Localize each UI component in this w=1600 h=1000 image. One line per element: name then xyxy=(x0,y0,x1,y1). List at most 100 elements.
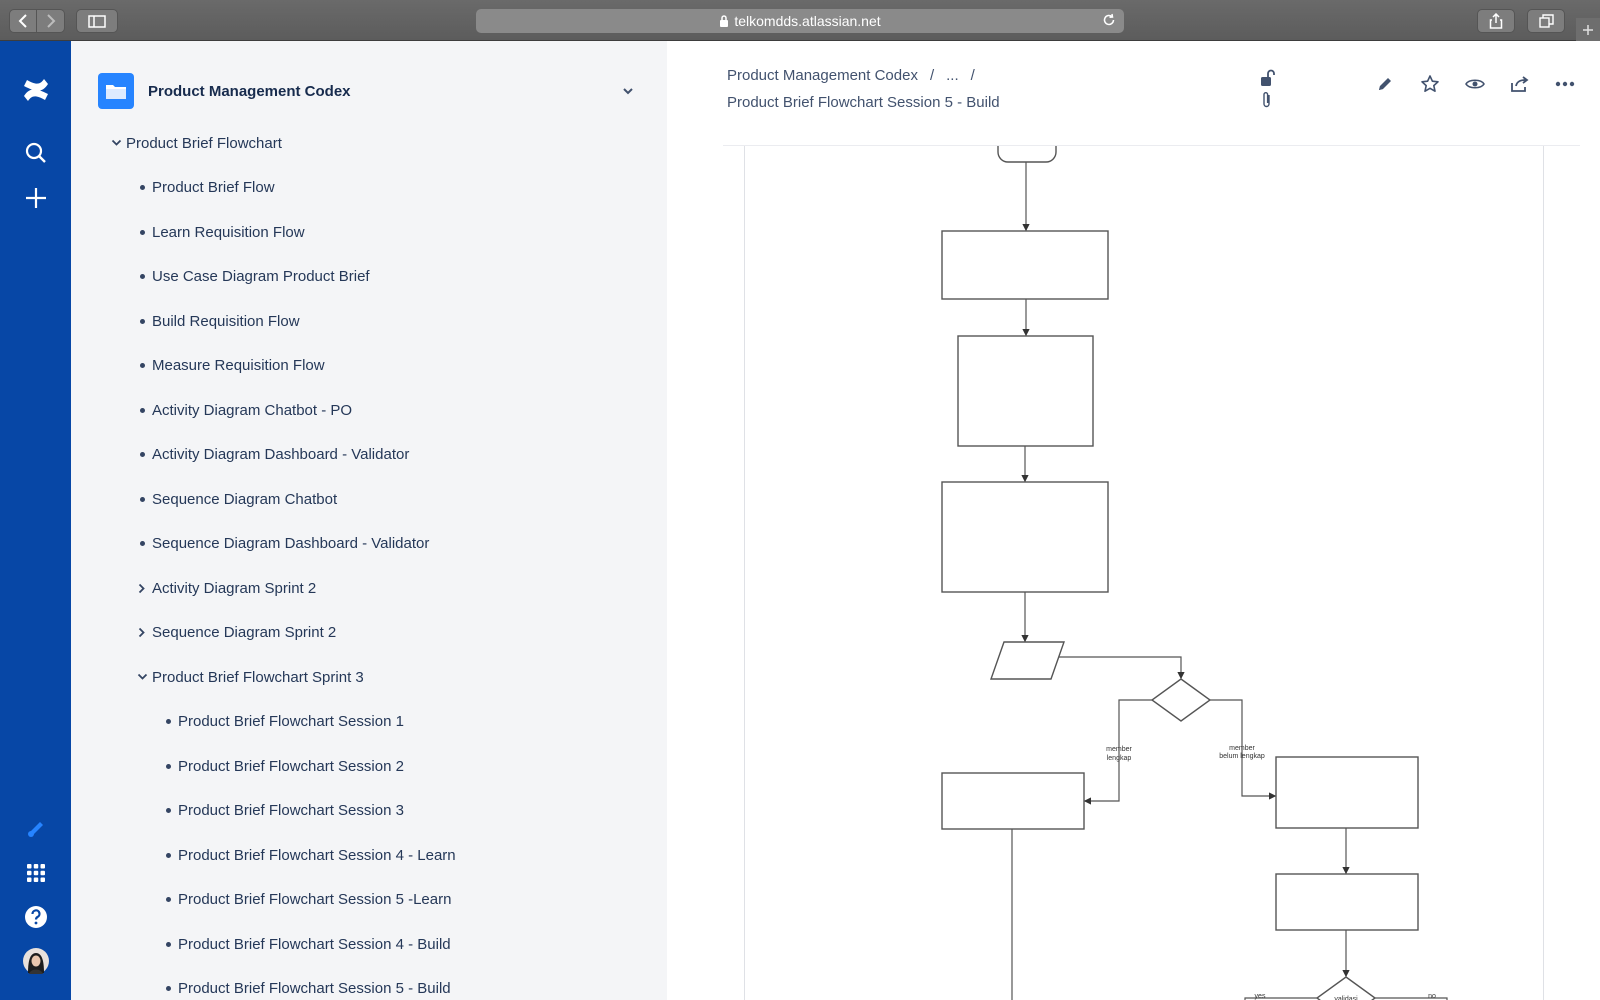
bullet-icon xyxy=(161,937,175,951)
sidebar-page-label: Sequence Diagram Chatbot xyxy=(152,490,338,508)
breadcrumb: Product Management Codex / ... / xyxy=(727,67,975,84)
chevron-down-icon[interactable] xyxy=(618,81,638,101)
more-actions-button[interactable] xyxy=(1542,72,1587,96)
sidebar-page-item[interactable]: Activity Diagram Dashboard - Validator xyxy=(71,433,667,478)
back-button[interactable] xyxy=(9,9,37,33)
sidebar-page-item[interactable]: Product Brief Flowchart Sprint 3 xyxy=(71,655,667,700)
share-icon xyxy=(1510,76,1528,92)
sidebar-page-label: Measure Requisition Flow xyxy=(152,357,325,375)
sidebar-page-item[interactable]: Product Brief Flowchart Session 5 -Learn xyxy=(71,878,667,923)
chevron-right-icon[interactable] xyxy=(135,581,149,595)
bullet-icon xyxy=(161,715,175,729)
flow-label-member-belum: belum lengkap xyxy=(1219,753,1265,760)
sidebar-page-label: Product Brief Flowchart Session 5 -Learn xyxy=(178,891,452,909)
sidebar-page-item[interactable]: Product Brief Flowchart Session 4 - Buil… xyxy=(71,922,667,967)
sidebar-page-item[interactable]: Sequence Diagram Dashboard - Validator xyxy=(71,522,667,567)
notifications-button[interactable] xyxy=(0,811,71,847)
sidebar-page-label: Product Brief Flowchart Session 4 - Lear… xyxy=(178,846,456,864)
forward-button[interactable] xyxy=(37,9,65,33)
breadcrumb-ellipsis[interactable]: ... xyxy=(946,67,959,84)
search-button[interactable] xyxy=(0,135,71,171)
flowchart-diagram: member lengkap member belum lengkap vali… xyxy=(744,146,1544,1000)
plus-icon xyxy=(1583,24,1593,35)
search-icon xyxy=(25,142,46,163)
flow-label-yes: yes xyxy=(1255,993,1266,1000)
chevron-right-icon[interactable] xyxy=(135,626,149,640)
grid-icon xyxy=(26,864,45,882)
help-button[interactable] xyxy=(0,899,71,935)
profile-button[interactable] xyxy=(0,943,71,979)
space-header[interactable]: Product Management Codex xyxy=(98,73,638,109)
share-page-button[interactable] xyxy=(1497,72,1542,96)
sidebar-page-item[interactable]: Measure Requisition Flow xyxy=(71,344,667,389)
sidebar-page-item[interactable]: Sequence Diagram Sprint 2 xyxy=(71,611,667,656)
address-bar[interactable]: telkomdds.atlassian.net xyxy=(476,9,1124,33)
sidebar-page-item[interactable]: Learn Requisition Flow xyxy=(71,210,667,255)
bullet-icon xyxy=(135,314,149,328)
new-tab-button[interactable] xyxy=(1576,18,1600,41)
sidebar-page-item[interactable]: Product Brief Flowchart Session 5 - Buil… xyxy=(71,967,667,1000)
sidebar-page-label: Product Brief Flow xyxy=(152,179,275,197)
bullet-icon xyxy=(161,804,175,818)
reload-icon[interactable] xyxy=(1102,13,1116,30)
chevron-down-icon[interactable] xyxy=(135,670,149,684)
app-switcher-button[interactable] xyxy=(0,855,71,891)
bullet-icon xyxy=(135,492,149,506)
sidebar-page-item[interactable]: Use Case Diagram Product Brief xyxy=(71,255,667,300)
page-tree: Product Brief Flowchart Product Brief Flo… xyxy=(71,121,667,1000)
edit-button[interactable] xyxy=(1362,72,1407,96)
sidebar-page-label: Build Requisition Flow xyxy=(152,312,300,330)
flow-process-box xyxy=(1275,873,1419,931)
flow-process-box xyxy=(941,230,1109,300)
sidebar-page-label: Activity Diagram Chatbot - PO xyxy=(152,401,353,419)
browser-sidebar-toggle[interactable] xyxy=(76,9,118,33)
share-button[interactable] xyxy=(1477,9,1515,33)
sidebar-page-item[interactable]: Product Brief Flow xyxy=(71,166,667,211)
attachment-icon[interactable] xyxy=(1260,91,1274,109)
sidebar-page-item[interactable]: Activity Diagram Sprint 2 xyxy=(71,566,667,611)
flow-process-box xyxy=(941,481,1109,593)
chevron-left-icon xyxy=(18,14,27,28)
sidebar-page-label: Product Brief Flowchart Session 1 xyxy=(178,713,404,731)
unlock-icon[interactable] xyxy=(1259,69,1275,87)
more-horizontal-icon xyxy=(1555,81,1574,87)
flow-start-terminal xyxy=(997,146,1057,163)
flow-connector xyxy=(1059,656,1185,680)
sidebar-page-item[interactable]: Product Brief Flowchart Session 3 xyxy=(71,789,667,834)
sidebar-page-item[interactable]: Product Brief Flowchart Session 1 xyxy=(71,700,667,745)
sidebar-page-item[interactable]: Sequence Diagram Chatbot xyxy=(71,477,667,522)
star-button[interactable] xyxy=(1407,72,1452,96)
bullet-icon xyxy=(161,759,175,773)
megaphone-icon xyxy=(27,822,43,837)
chevron-right-icon xyxy=(46,14,55,28)
sidebar-page-item[interactable]: Build Requisition Flow xyxy=(71,299,667,344)
create-button[interactable] xyxy=(0,180,71,216)
sidebar-page-item[interactable]: Product Brief Flowchart Session 4 - Lear… xyxy=(71,833,667,878)
breadcrumb-space-link[interactable]: Product Management Codex xyxy=(727,67,918,84)
sidebar-page-item[interactable]: Product Brief Flowchart xyxy=(71,121,667,166)
confluence-logo-button[interactable] xyxy=(0,72,71,108)
bullet-icon xyxy=(135,270,149,284)
pencil-icon xyxy=(1378,78,1391,90)
flow-process-box xyxy=(957,335,1094,447)
sidebar-icon xyxy=(88,14,106,28)
bullet-icon xyxy=(161,893,175,907)
tabs-overview-button[interactable] xyxy=(1527,9,1565,33)
sidebar-page-label: Use Case Diagram Product Brief xyxy=(152,268,370,286)
page-meta-icons xyxy=(1257,69,1275,109)
sidebar-page-label: Product Brief Flowchart Sprint 3 xyxy=(152,668,364,686)
sidebar-page-item[interactable]: Activity Diagram Chatbot - PO xyxy=(71,388,667,433)
flow-label-validasi: validasi xyxy=(1334,996,1358,1000)
sidebar-page-label: Product Brief Flowchart Session 3 xyxy=(178,802,404,820)
sidebar-page-label: Product Brief Flowchart Session 2 xyxy=(178,757,404,775)
chevron-down-icon[interactable] xyxy=(109,136,123,150)
bullet-icon xyxy=(135,403,149,417)
sidebar-page-item[interactable]: Product Brief Flowchart Session 2 xyxy=(71,744,667,789)
flow-label-no: no xyxy=(1428,993,1436,1000)
page-actions xyxy=(1362,72,1587,96)
bullet-icon xyxy=(135,359,149,373)
watch-button[interactable] xyxy=(1452,72,1497,96)
space-folder-icon xyxy=(98,73,134,109)
global-navigation xyxy=(0,41,71,1000)
main-content: Product Management Codex / ... / Product… xyxy=(667,41,1600,1000)
